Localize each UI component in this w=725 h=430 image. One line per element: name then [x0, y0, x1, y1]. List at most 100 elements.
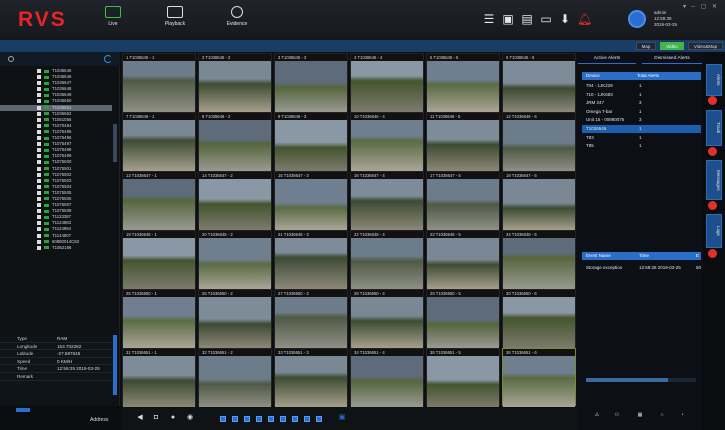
video-tile[interactable]: 30 T1036650 - 6: [502, 289, 576, 348]
video-tile[interactable]: 27 T1036650 - 3: [274, 289, 348, 348]
chart-icon[interactable]: ▦: [635, 412, 645, 418]
col-total-alerts[interactable]: Total Alerts: [637, 72, 659, 80]
video-tile[interactable]: 8 T1036646 - 2: [198, 112, 272, 171]
checkbox[interactable]: [37, 111, 41, 116]
checkbox[interactable]: [37, 160, 41, 165]
layout-64-icon[interactable]: [316, 416, 322, 422]
checkbox[interactable]: [37, 215, 41, 220]
video-tile[interactable]: 16 T1036647 - 4: [350, 171, 424, 230]
alert-row[interactable]: T85 1: [582, 142, 701, 150]
video-tile[interactable]: 21 T1036648 - 3: [274, 230, 348, 289]
alert-row[interactable]: Omega T-bar 1: [582, 108, 701, 116]
checkbox[interactable]: [37, 245, 41, 250]
video-tile[interactable]: 29 T1036650 - 5: [426, 289, 500, 348]
video-tile[interactable]: 17 T1036647 - 5: [426, 171, 500, 230]
checkbox[interactable]: [37, 142, 41, 147]
search-icon[interactable]: [8, 56, 14, 62]
checkbox[interactable]: [37, 99, 41, 104]
video-tile[interactable]: 24 T1036648 - 6: [502, 230, 576, 289]
window-controls[interactable]: ▾ – ▢ ✕: [683, 3, 719, 10]
checkbox[interactable]: [37, 93, 41, 98]
message-icon[interactable]: ▭: [539, 12, 553, 26]
warning-icon[interactable]: ⚠: [592, 412, 602, 418]
talk-icon[interactable]: ●: [169, 414, 177, 422]
bell-icon[interactable]: 🔔︎: [577, 12, 592, 26]
alert-row[interactable]: 704 - 1JK229 1: [582, 82, 701, 90]
checkbox[interactable]: [37, 190, 41, 195]
avatar[interactable]: [628, 10, 646, 28]
headset-icon[interactable]: ∩: [657, 412, 667, 418]
video-tile[interactable]: 20 T1036648 - 2: [198, 230, 272, 289]
nav-live-button[interactable]: Live: [90, 6, 136, 36]
video-tile[interactable]: 22 T1036648 - 4: [350, 230, 424, 289]
video-tile[interactable]: 19 T1036648 - 1: [122, 230, 196, 289]
checkbox[interactable]: [37, 221, 41, 226]
refresh-icon[interactable]: [104, 55, 112, 63]
layout-25-icon[interactable]: [292, 416, 298, 422]
checkbox[interactable]: [37, 184, 41, 189]
layout-9-icon[interactable]: [268, 416, 274, 422]
checkbox[interactable]: [37, 172, 41, 177]
fullscreen-icon[interactable]: ▣: [338, 414, 346, 422]
video-tile[interactable]: 25 T1036650 - 1: [122, 289, 196, 348]
download-icon[interactable]: ⬇: [558, 12, 572, 26]
checkbox[interactable]: [37, 105, 41, 110]
video-tile[interactable]: 3 T1036645 - 3: [274, 53, 348, 112]
checkbox[interactable]: [37, 81, 41, 86]
checkbox[interactable]: [37, 166, 41, 171]
checkbox[interactable]: [37, 154, 41, 159]
checkbox[interactable]: [37, 148, 41, 153]
checkbox[interactable]: [37, 123, 41, 128]
alert-row[interactable]: T83 1: [582, 134, 701, 142]
checkbox[interactable]: [37, 87, 41, 92]
video-tile[interactable]: 32 T1036651 - 2: [198, 348, 272, 407]
timer-icon[interactable]: ◔: [677, 412, 687, 418]
video-tile[interactable]: 4 T1036645 - 4: [350, 53, 424, 112]
video-tile[interactable]: 9 T1036646 - 3: [274, 112, 348, 171]
people-icon[interactable]: ⚇: [612, 412, 622, 418]
layout-4-icon[interactable]: [232, 416, 238, 422]
col-device[interactable]: Device: [586, 72, 600, 80]
col-event-name[interactable]: Event Name: [586, 252, 611, 260]
checkbox[interactable]: [37, 196, 41, 201]
video-tile[interactable]: 35 T1036651 - 5: [426, 348, 500, 407]
nav-evidence-button[interactable]: Evidence: [214, 6, 260, 36]
video-tile[interactable]: 34 T1036651 - 4: [350, 348, 424, 407]
video-tile[interactable]: 13 T1036647 - 1: [122, 171, 196, 230]
layout-1-icon[interactable]: [220, 416, 226, 422]
checkbox[interactable]: [37, 233, 41, 238]
layout-16-icon[interactable]: [280, 416, 286, 422]
alert-row[interactable]: JRM 247 3: [582, 99, 701, 107]
video-tile[interactable]: 1 T1036645 - 1: [122, 53, 196, 112]
video-tile[interactable]: 26 T1036650 - 2: [198, 289, 272, 348]
tab-active-alerts[interactable]: Active Alerts: [578, 54, 636, 64]
col-time[interactable]: Time: [639, 252, 649, 260]
checkbox[interactable]: [37, 203, 41, 208]
alert-row[interactable]: T1036645 1: [582, 125, 701, 133]
video-tile[interactable]: 28 T1036650 - 4: [350, 289, 424, 348]
checkbox[interactable]: [37, 136, 41, 141]
video-tile[interactable]: 2 T1036645 - 2: [198, 53, 272, 112]
alert-row[interactable]: Unit 15 - 00880075 3: [582, 116, 701, 124]
checkbox[interactable]: [37, 178, 41, 183]
alert-row[interactable]: 710 - 1JK683 1: [582, 91, 701, 99]
video-tile[interactable]: 33 T1036651 - 3: [274, 348, 348, 407]
checkbox[interactable]: [37, 227, 41, 232]
video-tile[interactable]: 18 T1036647 - 6: [502, 171, 576, 230]
col-extra[interactable]: E: [696, 252, 699, 260]
record-icon[interactable]: ◉: [186, 414, 194, 422]
event-row[interactable]: Storage exception 12:58:26 2019-03-25 50: [582, 264, 701, 272]
tab-map[interactable]: Map: [636, 42, 656, 50]
checkbox[interactable]: [37, 75, 41, 80]
layout-36-icon[interactable]: [304, 416, 310, 422]
video-tile[interactable]: 6 T1036645 - 6: [502, 53, 576, 112]
nav-playback-button[interactable]: Playback: [152, 6, 198, 36]
scrollbar-thumb[interactable]: [586, 378, 668, 382]
tab-video-map[interactable]: Video&Map: [688, 42, 723, 50]
list-icon[interactable]: ☰: [482, 12, 496, 26]
tree-scrollbar[interactable]: [113, 124, 117, 162]
tree-item[interactable]: T1052186: [0, 245, 112, 251]
video-tile[interactable]: 10 T1036646 - 4: [350, 112, 424, 171]
video-tile[interactable]: 15 T1036647 - 3: [274, 171, 348, 230]
side-tab-track[interactable]: Track: [706, 110, 722, 146]
